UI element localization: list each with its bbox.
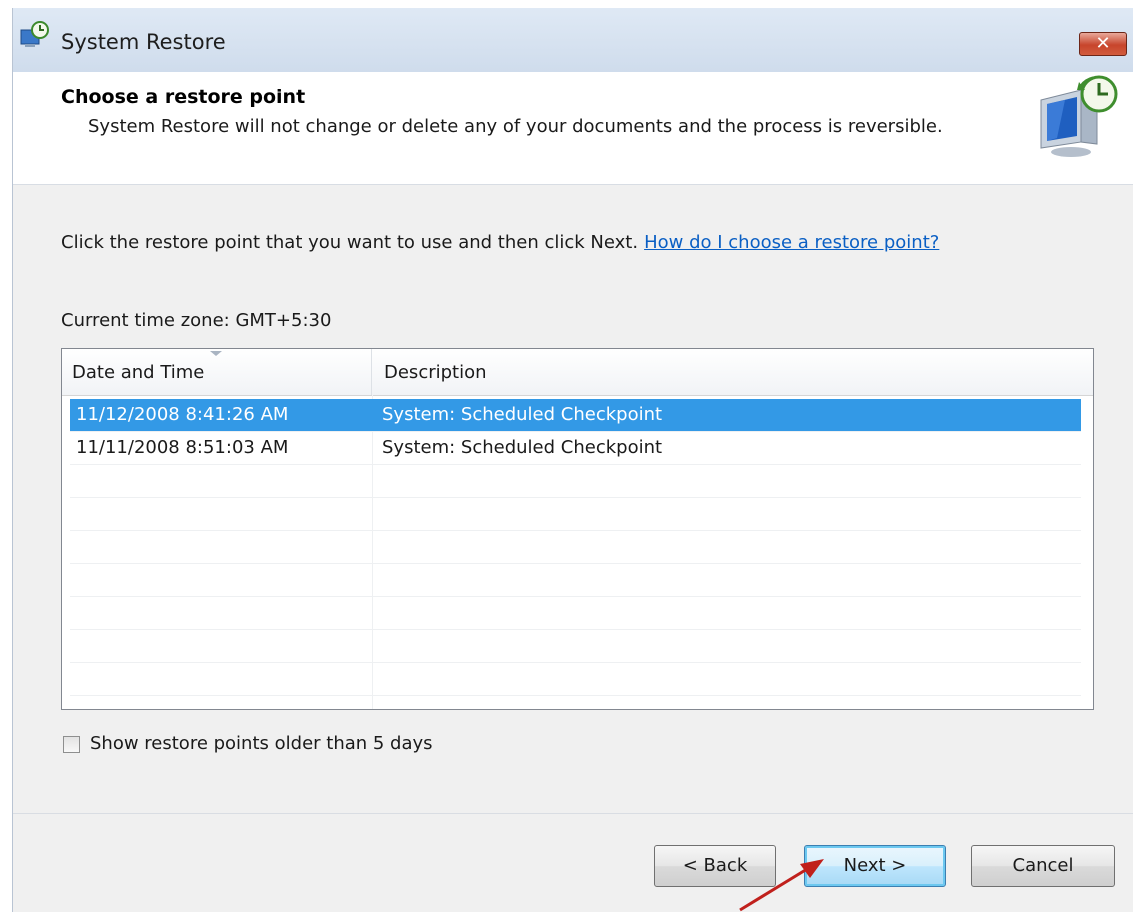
footer-divider — [13, 813, 1133, 814]
system-restore-window: System Restore ✕ Choose a restore point … — [12, 8, 1133, 912]
empty-row — [70, 597, 1081, 630]
page-title: Choose a restore point — [61, 86, 306, 108]
show-older-label[interactable]: Show restore points older than 5 days — [90, 733, 433, 754]
empty-row — [70, 465, 1081, 498]
cancel-button[interactable]: Cancel — [971, 845, 1115, 887]
instruction-text: Click the restore point that you want to… — [61, 232, 939, 253]
row-description: System: Scheduled Checkpoint — [382, 404, 663, 425]
list-body: 11/12/2008 8:41:26 AM System: Scheduled … — [62, 399, 1093, 709]
empty-row — [70, 498, 1081, 531]
window-title: System Restore — [61, 30, 226, 54]
table-row[interactable]: 11/11/2008 8:51:03 AM System: Scheduled … — [70, 432, 1081, 465]
show-older-checkbox[interactable] — [63, 736, 80, 753]
row-date: 11/11/2008 8:51:03 AM — [76, 437, 289, 458]
column-header-date[interactable]: Date and Time — [62, 349, 372, 395]
page-subtitle: System Restore will not change or delete… — [88, 116, 943, 137]
column-header-date-label: Date and Time — [72, 362, 205, 383]
close-button[interactable]: ✕ — [1079, 32, 1127, 56]
instruction-label: Click the restore point that you want to… — [61, 232, 639, 253]
column-header-description[interactable]: Description — [372, 349, 1093, 395]
timezone-label: Current time zone: GMT+5:30 — [61, 310, 332, 331]
empty-row — [70, 663, 1081, 696]
sort-arrow-icon — [210, 351, 222, 356]
empty-row — [70, 531, 1081, 564]
row-date: 11/12/2008 8:41:26 AM — [76, 404, 289, 425]
column-header-description-label: Description — [384, 362, 487, 383]
system-restore-computer-icon — [1040, 75, 1118, 157]
help-link[interactable]: How do I choose a restore point? — [644, 232, 939, 253]
next-button[interactable]: Next > — [804, 845, 946, 887]
table-row[interactable]: 11/12/2008 8:41:26 AM System: Scheduled … — [70, 399, 1081, 432]
empty-row — [70, 630, 1081, 663]
header-panel: Choose a restore point System Restore wi… — [13, 72, 1133, 185]
title-bar[interactable]: System Restore ✕ — [13, 8, 1133, 72]
system-restore-icon — [20, 21, 49, 47]
row-description: System: Scheduled Checkpoint — [382, 437, 663, 458]
list-header: Date and Time Description — [62, 349, 1093, 396]
back-button[interactable]: < Back — [654, 845, 776, 887]
restore-point-list[interactable]: Date and Time Description 11/12/2008 8:4… — [61, 348, 1094, 710]
empty-row — [70, 564, 1081, 597]
